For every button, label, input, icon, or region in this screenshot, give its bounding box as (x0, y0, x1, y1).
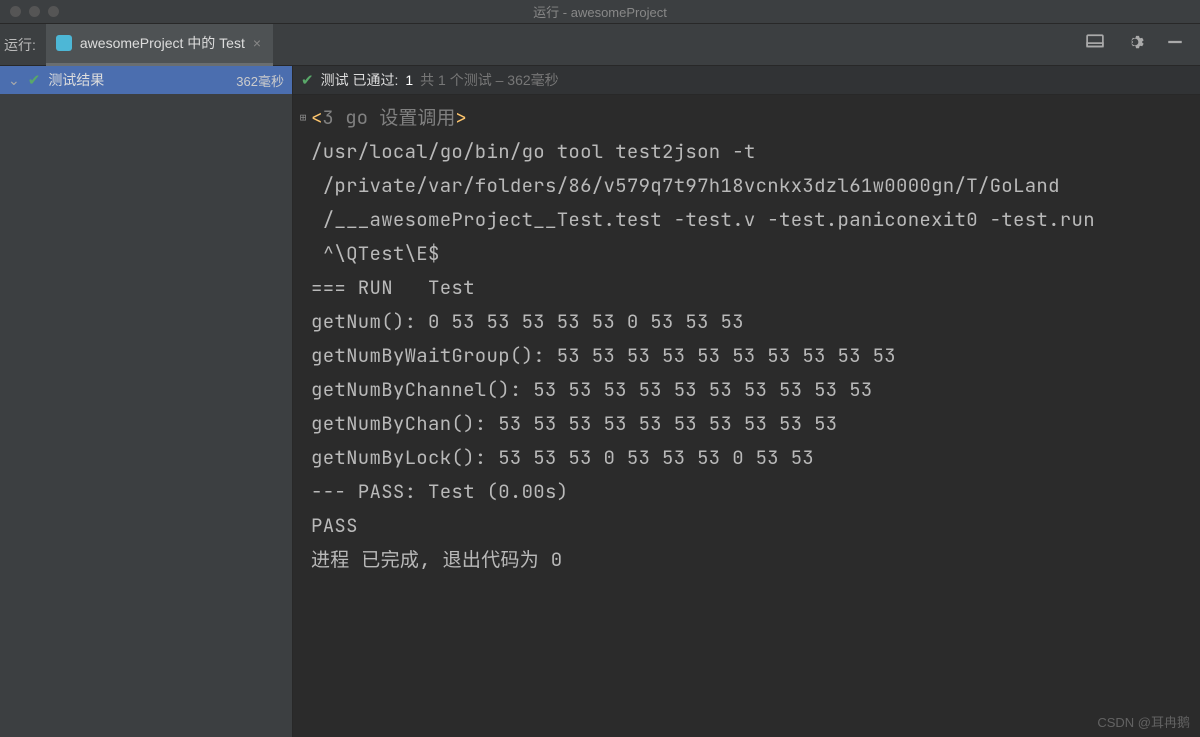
console-line: getNumByChan(): 53 53 53 53 53 53 53 53 … (297, 407, 1190, 441)
console-line: getNumByWaitGroup(): 53 53 53 53 53 53 5… (297, 339, 1190, 373)
console-line: --- PASS: Test (0.00s) (297, 475, 1190, 509)
console-line: 进程 已完成, 退出代码为 0 (297, 543, 1190, 577)
main-panel: ⌄ ✔ 测试结果 362毫秒 ✔ 测试 已通过: 1 共 1 个测试 – 362… (0, 66, 1200, 737)
watermark: CSDN @耳冉鹅 (1097, 712, 1190, 731)
toolbar-right (1086, 33, 1200, 56)
run-tab-active[interactable]: awesomeProject 中的 Test × (46, 24, 273, 66)
expand-icon[interactable]: ⊞ (297, 101, 309, 135)
console-line: getNumByLock(): 53 53 53 0 53 53 53 0 53… (297, 441, 1190, 475)
settings-icon[interactable] (1126, 33, 1144, 56)
status-suffix: 共 1 个测试 – 362毫秒 (420, 70, 559, 90)
traffic-lights (0, 6, 59, 17)
console-line: getNumByChannel(): 53 53 53 53 53 53 53 … (297, 373, 1190, 407)
console-line: /private/var/folders/86/v579q7t97h18vcnk… (297, 169, 1190, 203)
console-line: /___awesomeProject__Test.test -test.v -t… (297, 203, 1190, 237)
console-panel: ✔ 测试 已通过: 1 共 1 个测试 – 362毫秒 ⊞ <3 go 设置调用… (293, 66, 1200, 737)
status-count: 1 (405, 72, 413, 88)
gopher-icon (56, 35, 72, 51)
console-line: === RUN Test (297, 271, 1190, 305)
console-line: PASS (297, 509, 1190, 543)
check-icon: ✔ (28, 71, 41, 89)
run-toolbar: 运行: awesomeProject 中的 Test × (0, 24, 1200, 66)
close-tab-icon[interactable]: × (253, 35, 261, 51)
close-icon[interactable] (10, 6, 21, 17)
console-line: getNum(): 0 53 53 53 53 53 0 53 53 53 (297, 305, 1190, 339)
test-tree-panel: ⌄ ✔ 测试结果 362毫秒 (0, 66, 293, 737)
run-tab-label: awesomeProject 中的 Test (80, 33, 245, 53)
run-label: 运行: (4, 35, 46, 55)
console-line: ^\QTest\E$ (297, 237, 1190, 271)
layout-icon[interactable] (1086, 33, 1104, 56)
check-icon: ✔ (301, 71, 314, 89)
console-output[interactable]: ⊞ <3 go 设置调用> /usr/local/go/bin/go tool … (293, 95, 1200, 737)
status-prefix: 测试 已通过: (321, 70, 399, 90)
test-status-bar: ✔ 测试 已通过: 1 共 1 个测试 – 362毫秒 (293, 66, 1200, 95)
test-root-time: 362毫秒 (236, 71, 284, 90)
minimize-icon[interactable] (29, 6, 40, 17)
chevron-down-icon[interactable]: ⌄ (8, 72, 20, 89)
maximize-icon[interactable] (48, 6, 59, 17)
fold-region[interactable]: ⊞ <3 go 设置调用> (297, 101, 1190, 135)
test-tree-root[interactable]: ⌄ ✔ 测试结果 362毫秒 (0, 66, 292, 94)
window-title: 运行 - awesomeProject (533, 2, 667, 21)
minimize-panel-icon[interactable] (1166, 33, 1184, 56)
console-line: /usr/local/go/bin/go tool test2json -t (297, 135, 1190, 169)
test-root-label: 测试结果 (48, 70, 228, 90)
titlebar: 运行 - awesomeProject (0, 0, 1200, 24)
